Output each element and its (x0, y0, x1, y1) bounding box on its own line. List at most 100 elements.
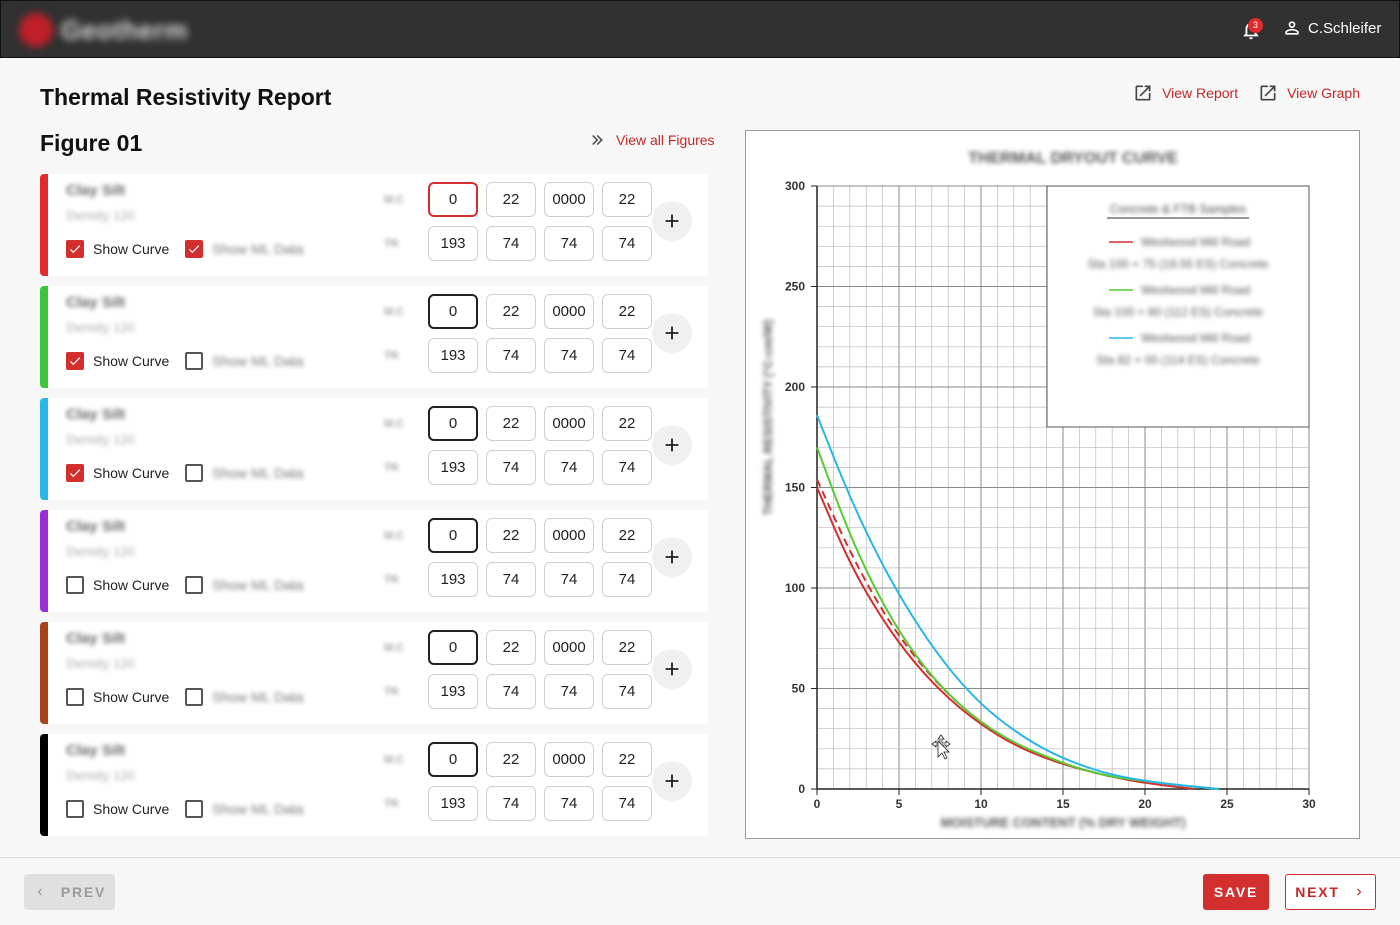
resistivity-value-input[interactable]: 193 (428, 786, 478, 821)
moisture-value-input[interactable]: 22 (486, 518, 536, 553)
resistivity-value-input[interactable]: 74 (544, 338, 594, 373)
legend-entry-line1: Westwood Mill Road (1141, 283, 1250, 297)
resistivity-row-label: TR (384, 574, 399, 586)
next-button[interactable]: NEXT (1285, 874, 1376, 910)
resistivity-row-label: TR (384, 350, 399, 362)
resistivity-value-input[interactable]: 193 (428, 562, 478, 597)
resistivity-value-input[interactable]: 74 (486, 674, 536, 709)
moisture-value-input[interactable]: 22 (602, 630, 652, 665)
resistivity-value-input[interactable]: 193 (428, 338, 478, 373)
prev-button[interactable]: PREV (24, 874, 115, 910)
resistivity-value-input[interactable]: 74 (486, 450, 536, 485)
resistivity-value-input[interactable]: 74 (544, 786, 594, 821)
view-graph-label: View Graph (1287, 85, 1360, 101)
moisture-value-input[interactable]: 22 (602, 518, 652, 553)
resistivity-value-input[interactable]: 74 (602, 562, 652, 597)
resistivity-value-input[interactable]: 74 (486, 338, 536, 373)
x-tick-label: 25 (1220, 797, 1234, 811)
moisture-row-label: M.C (384, 642, 405, 654)
resistivity-value-input[interactable]: 74 (544, 674, 594, 709)
moisture-value-input[interactable]: 0 (428, 294, 478, 329)
sample-name: Clay Silt (66, 294, 126, 311)
add-point-button[interactable] (652, 313, 692, 353)
resistivity-value-input[interactable]: 74 (486, 562, 536, 597)
logo-text: Geotherm (61, 14, 188, 45)
moisture-value-input[interactable]: 22 (602, 742, 652, 777)
moisture-value-input[interactable]: 0000 (544, 182, 594, 217)
resistivity-value-input[interactable]: 193 (428, 226, 478, 261)
double-chevron-right-icon (592, 134, 603, 146)
check-icon (69, 245, 81, 254)
resistivity-value-input[interactable]: 74 (602, 450, 652, 485)
resistivity-row-label: TR (384, 798, 399, 810)
resistivity-value-input[interactable]: 74 (486, 226, 536, 261)
moisture-value-input[interactable]: 22 (486, 630, 536, 665)
sample-card: Clay Silt Density 120 Show Curve Show ML Da… (40, 286, 708, 388)
show-curve-checkbox[interactable] (66, 464, 84, 482)
add-point-button[interactable] (652, 649, 692, 689)
add-point-button[interactable] (652, 425, 692, 465)
next-label: NEXT (1295, 884, 1340, 900)
save-label: SAVE (1213, 884, 1259, 900)
view-graph-link[interactable]: View Graph (1258, 83, 1360, 103)
moisture-value-input[interactable]: 0000 (544, 406, 594, 441)
sample-options: Show Curve Show ML Data (66, 576, 304, 594)
moisture-value-input[interactable]: 0000 (544, 518, 594, 553)
dryout-chart: 0 5 10 15 20 25 30050100150200250300THERMAL DR… (761, 150, 1316, 830)
resistivity-value-input[interactable]: 74 (544, 562, 594, 597)
resistivity-value-input[interactable]: 74 (602, 338, 652, 373)
resistivity-value-input[interactable]: 74 (602, 674, 652, 709)
resistivity-value-input[interactable]: 74 (544, 226, 594, 261)
moisture-value-input[interactable]: 22 (486, 294, 536, 329)
view-all-figures-link[interactable]: View all Figures (588, 131, 715, 149)
app-logo[interactable]: Geotherm (19, 13, 188, 47)
show-ml-data-checkbox[interactable] (185, 576, 204, 594)
moisture-value-input[interactable]: 0000 (544, 742, 594, 777)
moisture-value-input[interactable]: 0 (428, 630, 478, 665)
moisture-value-input[interactable]: 22 (602, 294, 652, 329)
resistivity-value-input[interactable]: 193 (428, 450, 478, 485)
moisture-value-input[interactable]: 0 (428, 182, 478, 217)
moisture-value-input[interactable]: 22 (486, 182, 536, 217)
y-tick-label: 250 (785, 280, 805, 294)
moisture-value-input[interactable]: 0 (428, 518, 478, 553)
view-report-link[interactable]: View Report (1133, 83, 1238, 103)
sample-density: Density 120 (66, 656, 135, 671)
show-ml-data-checkbox[interactable] (185, 800, 204, 818)
sample-list: Clay Silt Density 120 Show Curve Show ML Da… (40, 174, 708, 846)
show-curve-checkbox[interactable] (66, 240, 84, 258)
user-menu[interactable]: C.Schleifer (1282, 18, 1381, 38)
legend-entry-line1: Westwood Mill Road (1141, 331, 1250, 345)
chevron-right-icon (1356, 888, 1362, 896)
moisture-value-input[interactable]: 22 (486, 742, 536, 777)
check-icon (69, 469, 81, 478)
resistivity-value-input[interactable]: 74 (544, 450, 594, 485)
logo-mark (19, 13, 53, 47)
show-ml-data-checkbox[interactable] (185, 352, 204, 370)
add-point-button[interactable] (652, 201, 692, 241)
resistivity-value-input[interactable]: 74 (602, 226, 652, 261)
show-curve-checkbox[interactable] (66, 800, 84, 818)
show-curve-checkbox[interactable] (66, 576, 84, 594)
sample-card: Clay Silt Density 120 Show Curve Show ML Da… (40, 622, 708, 724)
moisture-value-input[interactable]: 22 (486, 406, 536, 441)
check-icon (69, 357, 81, 366)
moisture-value-input[interactable]: 0 (428, 742, 478, 777)
show-ml-data-checkbox[interactable] (185, 688, 204, 706)
show-ml-data-checkbox[interactable] (185, 464, 204, 482)
resistivity-value-input[interactable]: 74 (486, 786, 536, 821)
moisture-value-input[interactable]: 0000 (544, 630, 594, 665)
sample-options: Show Curve Show ML Data (66, 352, 304, 370)
moisture-value-input[interactable]: 0000 (544, 294, 594, 329)
add-point-button[interactable] (652, 537, 692, 577)
moisture-value-input[interactable]: 0 (428, 406, 478, 441)
show-ml-data-checkbox[interactable] (185, 240, 204, 258)
moisture-value-input[interactable]: 22 (602, 406, 652, 441)
show-curve-checkbox[interactable] (66, 688, 84, 706)
add-point-button[interactable] (652, 761, 692, 801)
show-curve-checkbox[interactable] (66, 352, 84, 370)
moisture-value-input[interactable]: 22 (602, 182, 652, 217)
save-button[interactable]: SAVE (1203, 874, 1269, 910)
resistivity-value-input[interactable]: 193 (428, 674, 478, 709)
resistivity-value-input[interactable]: 74 (602, 786, 652, 821)
